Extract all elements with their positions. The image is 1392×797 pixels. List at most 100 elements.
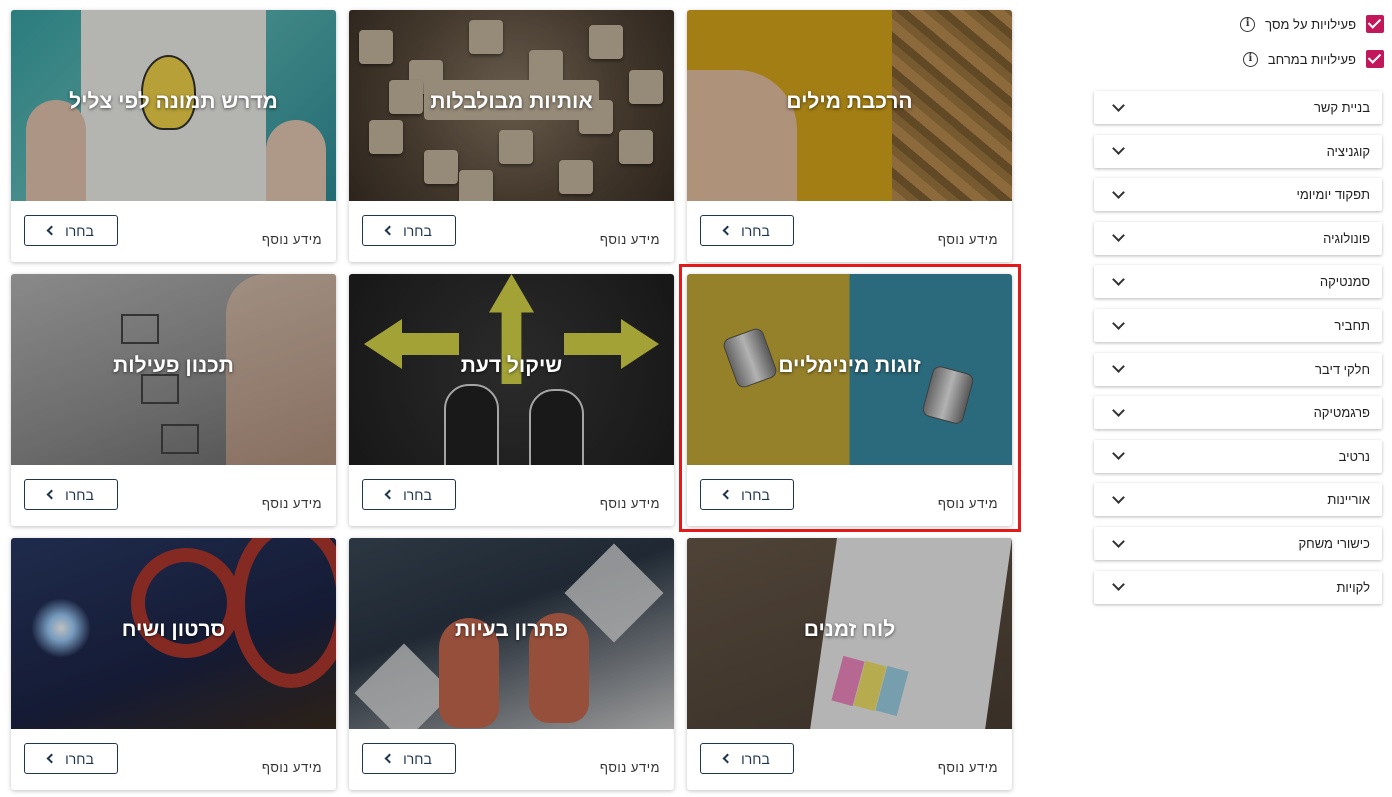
activity-title: לוח זמנים (803, 618, 896, 641)
category-accordion-item[interactable]: פרגמטיקה (1094, 396, 1382, 430)
chevron-left-icon (384, 753, 395, 764)
chevron-down-icon (1112, 142, 1125, 155)
more-info-link[interactable]: מידע נוסף (262, 760, 322, 775)
chevron-down-icon (1112, 360, 1125, 373)
choose-button[interactable]: בחרו (362, 743, 456, 774)
activity-image: אותיות מבולבלות (349, 10, 674, 201)
activity-title: אותיות מבולבלות (430, 90, 593, 113)
chevron-left-icon (46, 489, 57, 500)
category-label: תחביר (1334, 318, 1370, 333)
more-info-link[interactable]: מידע נוסף (600, 496, 660, 511)
activity-image: מדרש תמונה לפי צליל (11, 10, 336, 201)
activity-card[interactable]: אותיות מבולבלות מידע נוסף בחרו (349, 10, 674, 262)
chevron-down-icon (1112, 491, 1125, 504)
category-label: פונולוגיה (1323, 230, 1370, 246)
choose-button-label: בחרו (403, 486, 432, 503)
activity-title: שיקול דעת (460, 354, 563, 377)
chevron-down-icon (1112, 534, 1125, 548)
chevron-left-icon (722, 225, 733, 236)
chevron-left-icon (384, 225, 395, 236)
activity-card[interactable]: הרכבת מילים מידע נוסף בחרו (687, 10, 1012, 262)
activity-card[interactable]: לוח זמנים מידע נוסף בחרו (687, 538, 1012, 790)
chevron-down-icon (1112, 229, 1125, 243)
activity-title: פתרון בעיות (454, 618, 569, 641)
chevron-left-icon (722, 753, 733, 764)
category-accordion-item[interactable]: תחביר (1094, 309, 1382, 342)
more-info-link[interactable]: מידע נוסף (938, 232, 998, 247)
chevron-down-icon (1112, 578, 1125, 591)
choose-button[interactable]: בחרו (24, 743, 118, 774)
chevron-down-icon (1112, 403, 1125, 417)
activity-image: סרטון ושיח (11, 538, 336, 729)
category-label: אוריינות (1327, 492, 1370, 508)
activity-card[interactable]: שיקול דעת מידע נוסף בחרו (349, 274, 674, 526)
category-accordion-item[interactable]: סמנטיקה (1094, 265, 1382, 299)
category-accordion-item[interactable]: כישורי משחק (1094, 527, 1382, 560)
filter-label: פעילויות על מסך (1265, 16, 1356, 32)
category-accordion-item[interactable]: תפקוד יומיומי (1094, 178, 1382, 212)
activity-image: תכנון פעילות (11, 274, 336, 465)
checkbox-checked-icon[interactable] (1366, 50, 1384, 68)
activity-title: סרטון ושיח (121, 618, 226, 641)
chevron-left-icon (384, 489, 395, 500)
choose-button-label: בחרו (65, 486, 94, 503)
chevron-left-icon (46, 225, 57, 236)
choose-button-label: בחרו (741, 222, 770, 239)
category-label: בניית קשר (1313, 100, 1370, 115)
more-info-link[interactable]: מידע נוסף (262, 232, 322, 247)
category-label: כישורי משחק (1298, 536, 1370, 551)
activity-image: פתרון בעיות (349, 538, 674, 729)
category-accordion-item[interactable]: אוריינות (1094, 483, 1382, 517)
category-accordion-item[interactable]: פונולוגיה (1094, 221, 1382, 255)
category-accordion-item[interactable]: לקויות (1094, 570, 1382, 604)
activity-title: מדרש תמונה לפי צליל (69, 90, 278, 113)
activity-image: לוח זמנים (687, 538, 1012, 729)
choose-button-label: בחרו (741, 750, 770, 767)
activity-card[interactable]: מדרש תמונה לפי צליל מידע נוסף בחרו (11, 10, 336, 262)
info-icon[interactable]: i (1240, 16, 1256, 32)
filter-label: פעילויות במרחב (1267, 51, 1356, 67)
category-accordion-item[interactable]: בניית קשר (1094, 91, 1382, 124)
category-label: חלקי דיבר (1314, 361, 1370, 377)
more-info-link[interactable]: מידע נוסף (938, 760, 998, 775)
activity-title: תכנון פעילות (113, 354, 234, 377)
activity-card[interactable]: פתרון בעיות מידע נוסף בחרו (349, 538, 674, 790)
choose-button-label: בחרו (65, 750, 94, 767)
activity-image: הרכבת מילים (687, 10, 1012, 201)
choose-button-label: בחרו (403, 222, 432, 239)
category-accordion-item[interactable]: חלקי דיבר (1094, 352, 1382, 386)
more-info-link[interactable]: מידע נוסף (600, 232, 660, 247)
activity-title: הרכבת מילים (786, 90, 913, 113)
chevron-down-icon (1112, 273, 1125, 286)
category-label: נרטיב (1338, 448, 1370, 464)
choose-button[interactable]: בחרו (700, 215, 794, 246)
chevron-down-icon (1112, 316, 1125, 330)
activity-card[interactable]: תכנון פעילות מידע נוסף בחרו (11, 274, 336, 526)
choose-button[interactable]: בחרו (362, 215, 456, 246)
category-label: קוגניציה (1326, 143, 1370, 159)
choose-button[interactable]: בחרו (362, 479, 456, 510)
chevron-down-icon (1112, 185, 1125, 199)
category-label: לקויות (1336, 579, 1370, 595)
more-info-link[interactable]: מידע נוסף (262, 496, 322, 511)
choose-button[interactable]: בחרו (24, 479, 118, 510)
checkbox-checked-icon[interactable] (1366, 15, 1384, 33)
activity-card[interactable]: סרטון ושיח מידע נוסף בחרו (11, 538, 336, 790)
info-icon[interactable]: i (1242, 51, 1258, 67)
selected-card-highlight (679, 264, 1021, 532)
category-label: פרגמטיקה (1313, 405, 1370, 421)
category-accordion-item[interactable]: קוגניציה (1094, 134, 1382, 168)
category-accordion-item[interactable]: נרטיב (1094, 439, 1382, 473)
choose-button-label: בחרו (65, 222, 94, 239)
more-info-link[interactable]: מידע נוסף (600, 760, 660, 775)
choose-button-label: בחרו (403, 750, 432, 767)
filter-screen-activities[interactable]: פעילויות על מסך i (1240, 12, 1384, 36)
filter-space-activities[interactable]: פעילויות במרחב i (1242, 47, 1384, 71)
activity-image: שיקול דעת (349, 274, 674, 465)
choose-button[interactable]: בחרו (24, 215, 118, 246)
chevron-down-icon (1112, 447, 1125, 461)
choose-button[interactable]: בחרו (700, 743, 794, 774)
chevron-down-icon (1112, 98, 1125, 112)
category-label: סמנטיקה (1319, 274, 1370, 290)
category-label: תפקוד יומיומי (1296, 187, 1370, 203)
